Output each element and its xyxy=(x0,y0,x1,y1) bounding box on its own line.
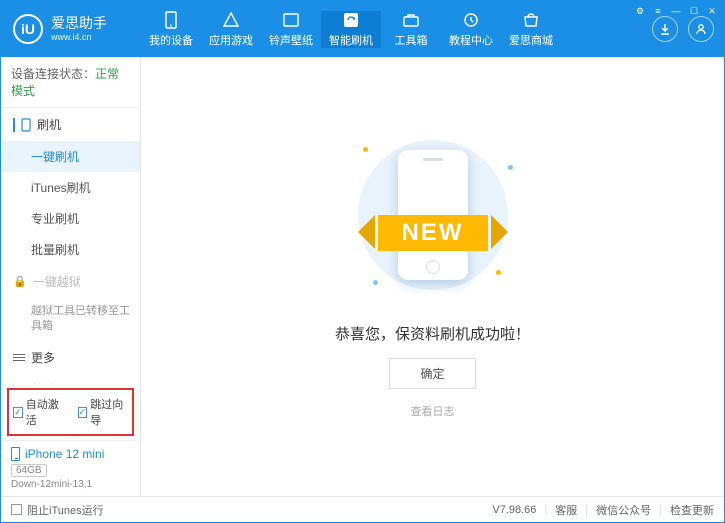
checkbox-block-itunes[interactable]: 阻止iTunes运行 xyxy=(11,502,104,518)
maximize-icon[interactable]: ☐ xyxy=(687,4,701,18)
device-block[interactable]: iPhone 12 mini 64GB Down-12mini-13,1 xyxy=(1,440,140,496)
section-label: 刷机 xyxy=(37,116,61,133)
sidebar-item-other-tools[interactable]: 其他工具 xyxy=(1,374,140,384)
conn-label: 设备连接状态： xyxy=(11,67,95,81)
settings-icon[interactable]: ⚙ xyxy=(633,4,647,18)
account-button[interactable] xyxy=(688,16,714,42)
checkbox-skip-guide[interactable]: ✓ 跳过向导 xyxy=(78,396,129,428)
ok-button[interactable]: 确定 xyxy=(389,358,475,389)
main-panel: NEW 恭喜您，保资料刷机成功啦！ 确定 查看日志 xyxy=(141,57,724,496)
sidebar: 设备连接状态：正常模式 刷机 一键刷机 iTunes刷机 专业刷机 批量刷机 🔒… xyxy=(1,57,141,496)
phone-icon xyxy=(162,11,180,29)
nav-store[interactable]: 爱思商城 xyxy=(501,11,561,48)
nav-ringtones[interactable]: 铃声壁纸 xyxy=(261,11,321,48)
section-more[interactable]: 更多 xyxy=(1,341,140,374)
checkbox-checked-icon: ✓ xyxy=(13,407,23,418)
flash-icon xyxy=(342,11,360,29)
lock-icon: 🔒 xyxy=(13,275,27,288)
nav-label: 智能刷机 xyxy=(329,32,373,48)
top-nav: 我的设备 应用游戏 铃声壁纸 智能刷机 工具箱 教程中心 xyxy=(141,11,652,48)
footer-service-link[interactable]: 客服 xyxy=(555,502,577,518)
connection-status-row: 设备连接状态：正常模式 xyxy=(1,57,140,108)
footer-wechat-link[interactable]: 微信公众号 xyxy=(596,502,651,518)
nav-label: 工具箱 xyxy=(395,32,428,48)
device-name: iPhone 12 mini xyxy=(25,447,104,461)
nav-label: 应用游戏 xyxy=(209,32,253,48)
nav-smart-flash[interactable]: 智能刷机 xyxy=(321,11,381,48)
phone-small-icon xyxy=(21,118,31,132)
sidebar-item-itunes-flash[interactable]: iTunes刷机 xyxy=(1,172,140,203)
apps-icon xyxy=(222,11,240,29)
nav-apps-games[interactable]: 应用游戏 xyxy=(201,11,261,48)
section-jailbreak: 🔒 一键越狱 xyxy=(1,265,140,298)
checkbox-label: 阻止iTunes运行 xyxy=(27,502,104,518)
toolbox-icon xyxy=(402,11,420,29)
sidebar-item-oneclick-flash[interactable]: 一键刷机 xyxy=(1,141,140,172)
wallpaper-icon xyxy=(282,11,300,29)
view-log-link[interactable]: 查看日志 xyxy=(411,403,455,419)
section-label: 更多 xyxy=(31,349,55,366)
section-label: 一键越狱 xyxy=(33,273,81,290)
hamburger-icon xyxy=(13,352,25,363)
device-storage-badge: 64GB xyxy=(11,464,47,477)
success-message: 恭喜您，保资料刷机成功啦！ xyxy=(335,323,530,344)
book-icon xyxy=(462,11,480,29)
checkbox-auto-activate[interactable]: ✓ 自动激活 xyxy=(13,396,64,428)
nav-label: 铃声壁纸 xyxy=(269,32,313,48)
logo-icon: iU xyxy=(13,14,43,44)
footer-update-link[interactable]: 检查更新 xyxy=(670,502,714,518)
store-icon xyxy=(522,11,540,29)
nav-tutorials[interactable]: 教程中心 xyxy=(441,11,501,48)
checkbox-label: 跳过向导 xyxy=(90,396,128,428)
nav-my-device[interactable]: 我的设备 xyxy=(141,11,201,48)
new-ribbon: NEW xyxy=(378,215,488,251)
device-phone-icon xyxy=(11,447,20,461)
section-flash[interactable]: 刷机 xyxy=(1,108,140,141)
version-label: V7.98.66 xyxy=(492,504,536,516)
footer: 阻止iTunes运行 V7.98.66 | 客服 | 微信公众号 | 检查更新 xyxy=(1,496,724,522)
success-illustration: NEW xyxy=(323,135,543,295)
logo-area: iU 爱思助手 www.i4.cn xyxy=(1,14,141,44)
options-highlight-box: ✓ 自动激活 ✓ 跳过向导 xyxy=(7,388,134,436)
sidebar-item-batch-flash[interactable]: 批量刷机 xyxy=(1,234,140,265)
nav-label: 爱思商城 xyxy=(509,32,553,48)
checkbox-checked-icon: ✓ xyxy=(78,407,88,418)
minimize-icon[interactable]: — xyxy=(669,4,683,18)
download-button[interactable] xyxy=(652,16,678,42)
nav-toolbox[interactable]: 工具箱 xyxy=(381,11,441,48)
app-title: 爱思助手 xyxy=(51,15,107,32)
close-icon[interactable]: ✕ xyxy=(705,4,719,18)
checkbox-label: 自动激活 xyxy=(26,396,64,428)
nav-label: 我的设备 xyxy=(149,32,193,48)
titlebar: iU 爱思助手 www.i4.cn 我的设备 应用游戏 铃声壁纸 智能刷机 xyxy=(1,1,724,57)
device-detail: Down-12mini-13,1 xyxy=(11,479,130,490)
checkbox-unchecked-icon xyxy=(11,504,22,515)
menu-icon[interactable]: ≡ xyxy=(651,4,665,18)
jailbreak-note: 越狱工具已转移至工具箱 xyxy=(1,298,140,341)
app-url: www.i4.cn xyxy=(51,32,107,43)
sidebar-item-pro-flash[interactable]: 专业刷机 xyxy=(1,203,140,234)
nav-label: 教程中心 xyxy=(449,32,493,48)
